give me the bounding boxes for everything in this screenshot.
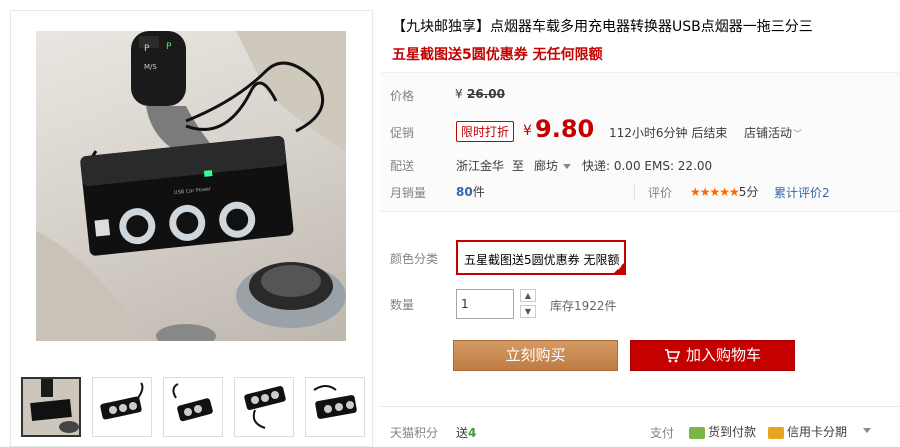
cart-icon xyxy=(664,348,680,362)
product-title: 【九块邮独享】点烟器车载多用充电器转换器USB点烟器一拖三分三 xyxy=(392,19,813,35)
cash-on-delivery: 货到付款 xyxy=(689,423,756,440)
promo-tag: 限时打折 xyxy=(456,121,515,142)
price-panel: 价格 ¥ 26.00 促销 限时打折 ¥ 9.80 112小时6分钟 后结束 店… xyxy=(380,72,900,212)
thumbnail-1[interactable] xyxy=(21,377,81,437)
promo-label: 促销 xyxy=(390,126,415,140)
divider xyxy=(634,185,635,199)
thumb-photo-1 xyxy=(23,379,79,435)
payment-expand-icon[interactable] xyxy=(863,428,871,433)
payment-label: 支付 xyxy=(650,426,675,440)
chevron-down-icon: ﹀ xyxy=(793,130,803,140)
installment-label: 信用卡分期 xyxy=(787,425,848,439)
quantity-label: 数量 xyxy=(390,298,415,312)
sku-option-text: 五星截图送5圆优惠券 无限额 xyxy=(464,253,620,267)
destination-value: 廊坊 xyxy=(534,159,559,173)
store-activity-dropdown[interactable]: 店铺活动﹀ xyxy=(744,124,802,141)
star-rating-icon: ★★★★★ xyxy=(690,185,740,199)
quantity-input[interactable] xyxy=(456,289,514,319)
delivery-from: 浙江金华 xyxy=(456,159,505,173)
sku-label: 颜色分类 xyxy=(390,252,439,266)
promo-currency: ¥ xyxy=(523,123,532,139)
thumb-photo-2 xyxy=(100,382,144,420)
destination-selector[interactable]: 廊坊 xyxy=(534,157,572,174)
stock-count: 库存1922件 xyxy=(550,299,617,313)
svg-text:P: P xyxy=(144,44,150,54)
add-to-cart-label: 加入购物车 xyxy=(685,346,761,364)
rating-score: 5分 xyxy=(738,185,759,199)
thumbnail-4[interactable] xyxy=(234,377,294,437)
rating: ★★★★★5分 xyxy=(690,183,758,200)
quantity-increase-button[interactable]: ▲ xyxy=(520,289,536,302)
cod-icon xyxy=(689,426,705,439)
points-label: 天猫积分 xyxy=(390,426,439,440)
monthly-sales-unit: 件 xyxy=(472,185,485,199)
main-product-image[interactable]: P P M/S USB Car Power xyxy=(36,31,346,341)
promo-countdown: 112小时6分钟 后结束 xyxy=(609,126,728,140)
product-subtitle: 五星截图送5圆优惠券 无任何限额 xyxy=(392,47,603,63)
credit-card-icon xyxy=(768,426,784,439)
points-value: 4 xyxy=(468,426,477,440)
monthly-sales: 80件 xyxy=(456,183,485,200)
thumb-photo-4 xyxy=(244,386,286,429)
credit-installment: 信用卡分期 xyxy=(768,423,847,440)
delivery-label: 配送 xyxy=(390,159,415,173)
svg-text:P: P xyxy=(166,42,172,52)
thumb-photo-5 xyxy=(313,385,357,419)
thumbnail-5[interactable] xyxy=(305,377,365,437)
monthly-sales-label: 月销量 xyxy=(390,186,427,200)
car-charger-photo: P P M/S USB Car Power xyxy=(36,31,346,341)
original-price: 26.00 xyxy=(467,87,505,101)
selected-check-icon xyxy=(614,263,624,273)
caret-down-icon xyxy=(563,164,572,169)
points-text: 送 xyxy=(456,426,469,440)
cod-label: 货到付款 xyxy=(708,425,757,439)
thumbnail-2[interactable] xyxy=(92,377,152,437)
active-thumb-arrow xyxy=(47,377,59,378)
shipping-fees: 快递: 0.00 EMS: 22.00 xyxy=(582,159,713,173)
monthly-sales-count: 80 xyxy=(456,185,473,199)
quantity-decrease-button[interactable]: ▼ xyxy=(520,305,536,318)
add-to-cart-button[interactable]: 加入购物车 xyxy=(630,340,795,371)
review-count-link[interactable]: 累计评价2 xyxy=(774,184,830,201)
thumbnail-strip xyxy=(21,373,366,443)
svg-text:M/S: M/S xyxy=(144,63,157,71)
product-info: 【九块邮独享】点烟器车载多用充电器转换器USB点烟器一拖三分三 五星截图送5圆优… xyxy=(380,0,900,447)
price-label: 价格 xyxy=(390,89,415,103)
rating-label: 评价 xyxy=(648,186,673,200)
product-gallery: P P M/S USB Car Power xyxy=(10,10,373,447)
points: 送4 xyxy=(456,424,476,441)
divider xyxy=(380,406,900,407)
buy-now-button[interactable]: 立刻购买 xyxy=(453,340,618,371)
thumb-photo-3 xyxy=(172,383,213,422)
store-activity-label: 店铺活动 xyxy=(744,126,793,140)
original-currency: ¥ xyxy=(455,87,463,101)
promo-price: 9.80 xyxy=(535,115,595,143)
thumbnail-3[interactable] xyxy=(163,377,223,437)
delivery-to-word: 至 xyxy=(512,159,525,173)
sku-option-selected[interactable]: 五星截图送5圆优惠券 无限额 xyxy=(456,240,626,275)
